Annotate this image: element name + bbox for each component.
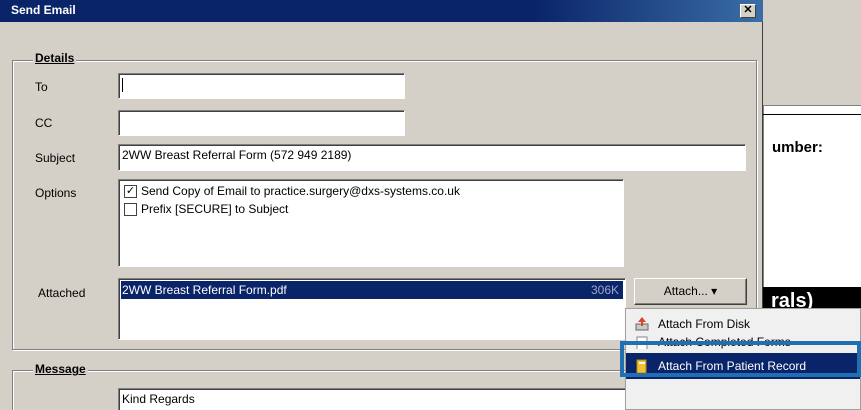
text-caret xyxy=(122,77,123,92)
attachment-name: 2WW Breast Referral Form.pdf xyxy=(122,283,287,297)
dialog-title: Send Email xyxy=(11,3,76,17)
option-prefix-secure[interactable]: Prefix [SECURE] to Subject xyxy=(124,202,288,216)
subject-label: Subject xyxy=(35,151,76,165)
background-banner: rals) xyxy=(763,287,861,309)
prefix-secure-label: Prefix [SECURE] to Subject xyxy=(141,202,289,216)
to-field[interactable] xyxy=(118,73,405,99)
highlight-frame xyxy=(620,341,861,377)
send-copy-checkbox[interactable]: ✓ xyxy=(124,184,137,198)
attachments-list[interactable]: 2WW Breast Referral Form.pdf 306K xyxy=(118,278,626,340)
background-divider xyxy=(763,114,861,115)
attach-button-label: Attach... xyxy=(663,284,708,298)
menu-item-label: Attach From Disk xyxy=(658,317,751,331)
options-list: ✓ Send Copy of Email to practice.surgery… xyxy=(118,179,624,267)
cc-label: CC xyxy=(35,116,53,130)
attachment-row[interactable]: 2WW Breast Referral Form.pdf 306K xyxy=(121,281,623,299)
close-icon: ✕ xyxy=(743,4,753,16)
background-window-header xyxy=(763,0,861,106)
disk-attach-icon xyxy=(635,317,649,331)
message-legend: Message xyxy=(33,362,88,376)
chevron-down-icon: ▾ xyxy=(711,284,718,298)
menu-item-attach-from-disk[interactable]: Attach From Disk xyxy=(626,313,860,335)
prefix-secure-checkbox[interactable] xyxy=(124,202,137,216)
attach-button[interactable]: Attach... ▾ xyxy=(634,278,747,305)
dialog-titlebar[interactable] xyxy=(0,0,763,22)
option-send-copy[interactable]: ✓ Send Copy of Email to practice.surgery… xyxy=(124,184,460,198)
background-banner-text: rals) xyxy=(771,290,814,309)
options-label: Options xyxy=(35,186,77,200)
details-legend: Details xyxy=(33,51,77,65)
close-button[interactable]: ✕ xyxy=(740,4,756,18)
send-copy-label: Send Copy of Email to practice.surgery@d… xyxy=(141,184,460,198)
attached-label: Attached xyxy=(38,286,86,300)
cc-field[interactable] xyxy=(118,110,405,136)
attachment-size: 306K xyxy=(590,283,619,297)
background-number-label: umber: xyxy=(772,139,823,156)
subject-field[interactable]: 2WW Breast Referral Form (572 949 2189) xyxy=(118,144,746,171)
to-label: To xyxy=(35,80,48,94)
